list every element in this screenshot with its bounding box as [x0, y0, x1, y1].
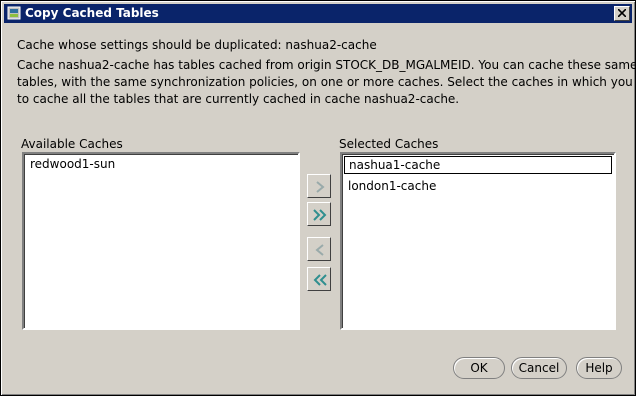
source-cache-line: Cache whose settings should be duplicate…: [17, 38, 377, 52]
list-item[interactable]: redwood1-sun: [24, 154, 298, 174]
cancel-button[interactable]: Cancel: [511, 357, 567, 379]
selected-caches-list[interactable]: nashua1-cache london1-cache: [340, 152, 616, 330]
move-right-button[interactable]: [307, 174, 331, 198]
close-icon[interactable]: [614, 6, 630, 21]
dialog-window: Copy Cached Tables Cache whose settings …: [0, 0, 636, 396]
available-caches-label: Available Caches: [21, 137, 123, 151]
ok-button[interactable]: OK: [453, 357, 505, 379]
list-item[interactable]: nashua1-cache: [343, 155, 613, 175]
app-icon: [7, 6, 21, 20]
description-line-2: tables, with the same synchronization po…: [17, 75, 636, 89]
move-all-right-button[interactable]: [307, 202, 331, 226]
description-line-3: to cache all the tables that are current…: [17, 92, 460, 106]
help-button[interactable]: Help: [576, 357, 622, 379]
list-item[interactable]: london1-cache: [342, 176, 614, 196]
move-all-left-button[interactable]: [307, 267, 331, 291]
title-bar[interactable]: Copy Cached Tables: [4, 4, 632, 23]
move-left-button[interactable]: [307, 237, 331, 261]
selected-caches-label: Selected Caches: [339, 137, 439, 151]
description-line-1: Cache nashua2-cache has tables cached fr…: [17, 58, 636, 72]
window-title: Copy Cached Tables: [25, 6, 159, 20]
available-caches-list[interactable]: redwood1-sun: [22, 152, 300, 330]
